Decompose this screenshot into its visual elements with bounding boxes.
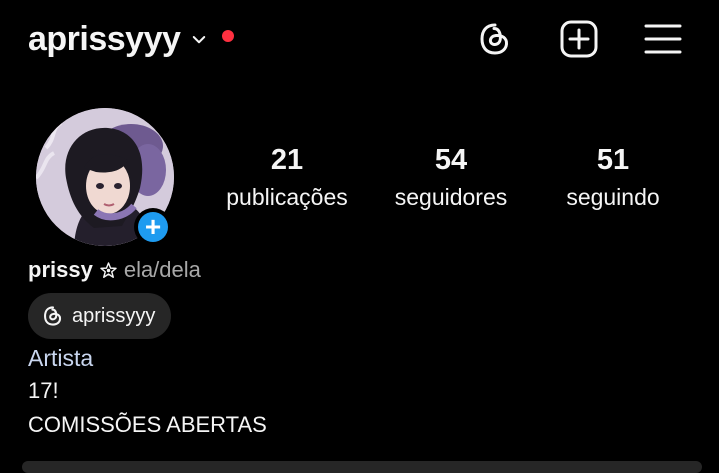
account-switcher[interactable]: aprissyyy — [28, 18, 235, 60]
plus-icon: + — [138, 212, 168, 242]
following-value: 51 — [596, 144, 630, 176]
posts-count[interactable]: 21 publicações — [217, 142, 357, 212]
menu-button[interactable] — [642, 18, 684, 60]
chevron-down-icon — [193, 36, 206, 44]
add-story-button[interactable]: + — [134, 208, 172, 246]
star-icon — [100, 261, 117, 278]
threads-handle: aprissyyy — [72, 304, 156, 327]
profile-category: Artista — [28, 345, 94, 371]
posts-label: publicações — [226, 184, 348, 210]
display-name: prissy — [28, 257, 93, 282]
edit-profile-button-edge[interactable] — [22, 461, 702, 473]
followers-label: seguidores — [394, 184, 508, 210]
bio-line-2: COMISSÕES ABERTAS — [28, 412, 267, 437]
following-count[interactable]: 51 seguindo — [553, 142, 673, 212]
new-post-icon — [560, 20, 598, 58]
name-line: prissy ela/dela — [28, 256, 201, 284]
notification-dot — [222, 30, 235, 42]
followers-count[interactable]: 54 seguidores — [386, 142, 516, 212]
threads-link[interactable]: aprissyyy — [28, 293, 172, 339]
bio-line-1: 17! — [28, 378, 59, 403]
new-post-button[interactable] — [558, 18, 600, 60]
threads-icon — [480, 23, 509, 55]
menu-icon — [644, 24, 682, 54]
posts-value: 21 — [270, 144, 304, 176]
followers-value: 54 — [434, 144, 468, 176]
following-label: seguindo — [566, 184, 660, 210]
pronouns: ela/dela — [123, 257, 201, 282]
threads-button[interactable] — [474, 18, 516, 60]
username: aprissyyy — [28, 20, 181, 58]
threads-icon — [44, 306, 62, 326]
